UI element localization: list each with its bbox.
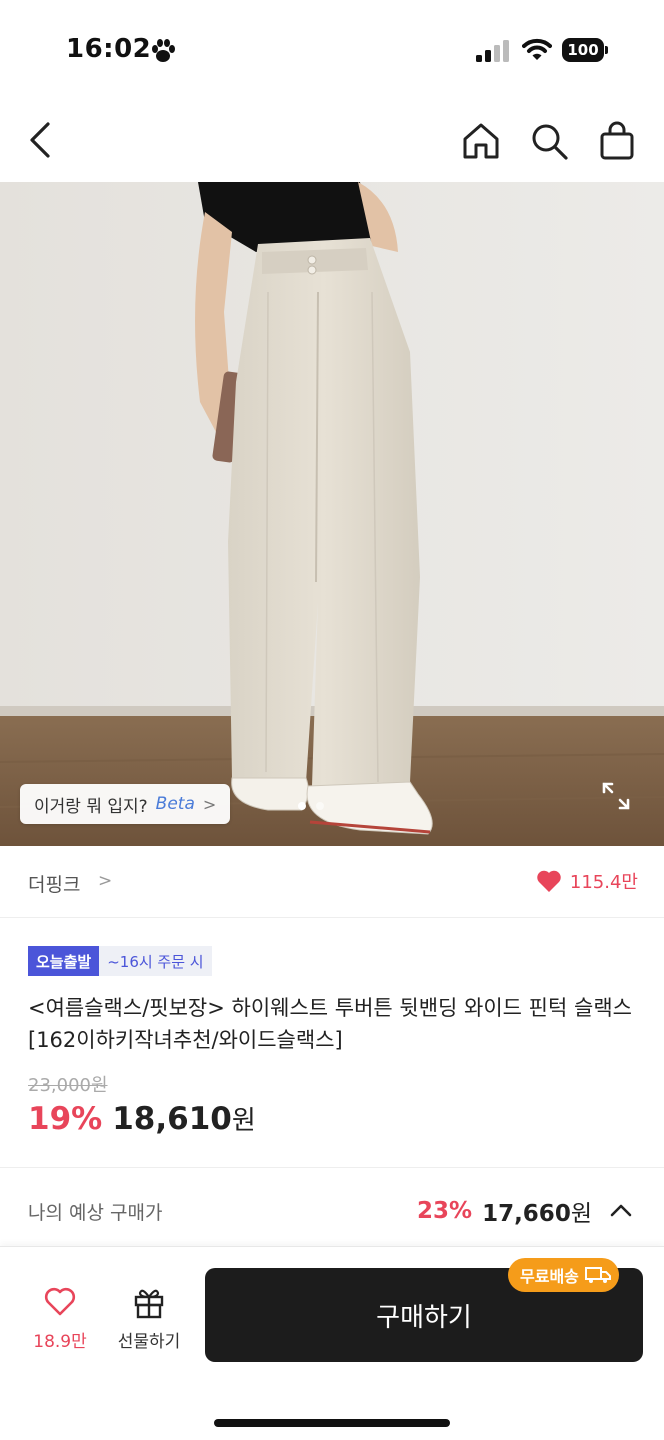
free-shipping-label: 무료배송	[520, 1267, 579, 1286]
gift-label: 선물하기	[117, 1332, 181, 1352]
discount-rate: 19%	[28, 1101, 103, 1137]
expected-price-unit: 원	[570, 1201, 592, 1227]
free-shipping-badge: 무료배송	[508, 1258, 619, 1292]
paw-icon	[152, 39, 175, 62]
wishlist-count: 18.9만	[33, 1332, 87, 1352]
home-icon[interactable]	[460, 120, 502, 162]
beta-label: Beta	[155, 794, 195, 814]
sale-price-unit: 원	[231, 1106, 256, 1136]
expected-price-row[interactable]: 나의 예상 구매가 23% 17,660원	[0, 1168, 664, 1246]
product-photo	[0, 182, 664, 846]
signal-icon	[476, 40, 509, 62]
pager-dot[interactable]	[316, 802, 324, 810]
sale-price: 18,610원	[112, 1100, 256, 1137]
expand-icon[interactable]	[600, 780, 632, 812]
heart-outline-icon	[44, 1287, 76, 1316]
style-recommendation-chip[interactable]: 이거랑 뭐 입지? Beta >	[20, 784, 231, 824]
gift-icon	[134, 1289, 164, 1319]
gift-button[interactable]: 선물하기	[108, 1285, 190, 1357]
chevron-right-icon: >	[98, 871, 113, 891]
top-nav	[0, 100, 664, 182]
expected-price-label: 나의 예상 구매가	[28, 1202, 163, 1224]
expected-price-value: 17,660	[482, 1201, 571, 1227]
expected-price-summary: 23% 17,660원	[417, 1194, 634, 1228]
home-indicator[interactable]	[214, 1419, 450, 1427]
brand-like[interactable]: 115.4만	[536, 868, 638, 894]
brand-like-count: 115.4만	[569, 872, 638, 893]
chevron-right-icon: >	[202, 794, 217, 814]
brand-row[interactable]: 더핑크 > 115.4만	[0, 846, 664, 918]
carousel-pager	[298, 802, 324, 810]
price-row: 19% 18,610원	[28, 1100, 256, 1137]
product-image-carousel[interactable]: 이거랑 뭐 입지? Beta >	[0, 182, 664, 846]
pager-dot-active[interactable]	[298, 802, 306, 810]
battery-level: 100	[562, 38, 604, 62]
truck-icon	[584, 1267, 611, 1283]
expected-price: 17,660원	[482, 1194, 592, 1228]
order-deadline-badge: ~16시 주문 시	[99, 946, 212, 976]
battery-icon: 100	[562, 38, 608, 62]
expected-discount: 23%	[417, 1198, 473, 1224]
original-price: 23,000원	[28, 1075, 108, 1096]
status-bar: 16:02 100	[0, 0, 664, 100]
style-chip-label: 이거랑 뭐 입지?	[34, 796, 148, 817]
search-icon[interactable]	[528, 120, 570, 162]
chevron-up-icon[interactable]	[608, 1198, 634, 1224]
status-time: 16:02	[66, 34, 152, 64]
today-dispatch-badge: 오늘출발	[28, 946, 100, 976]
back-icon[interactable]	[22, 120, 62, 160]
product-title: <여름슬랙스/핏보장> 하이웨스트 투버튼 뒷밴딩 와이드 핀턱 슬랙스 [16…	[28, 996, 632, 1052]
bottom-action-bar: 18.9만 선물하기 구매하기 무료배송	[0, 1246, 664, 1440]
brand-name[interactable]: 더핑크	[28, 870, 80, 897]
delivery-badges: 오늘출발 ~16시 주문 시	[28, 946, 212, 976]
sale-price-value: 18,610	[112, 1101, 232, 1137]
shopping-bag-icon[interactable]	[596, 120, 638, 162]
wishlist-button[interactable]: 18.9만	[20, 1287, 100, 1357]
heart-filled-icon	[537, 870, 561, 892]
wifi-icon	[522, 38, 552, 60]
